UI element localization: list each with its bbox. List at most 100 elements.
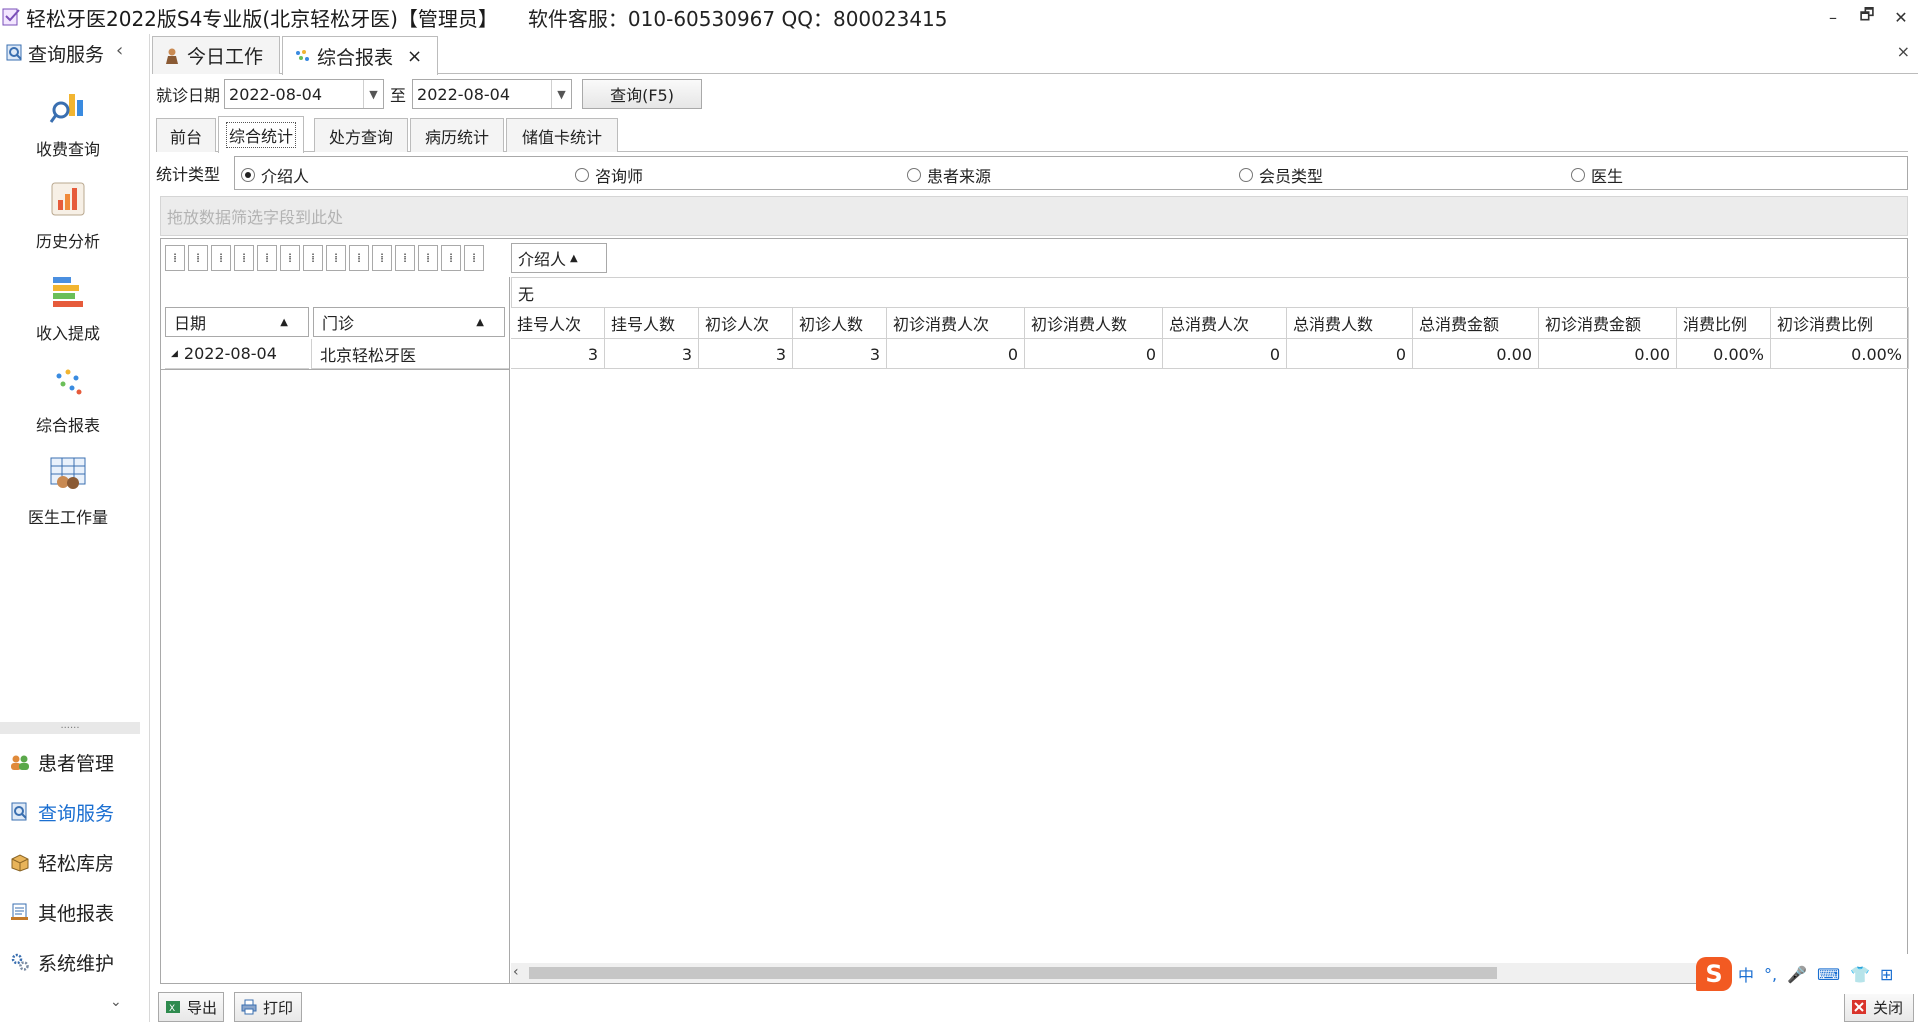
ime-logo[interactable]: S [1696, 957, 1732, 991]
column-header[interactable]: 初诊消费金额 [1539, 308, 1677, 338]
column-header[interactable]: 初诊人次 [699, 308, 793, 338]
date-from-value: 2022-08-04 [229, 84, 322, 104]
radio-doctor[interactable]: 医生 [1571, 163, 1623, 187]
radio-consultant[interactable]: 咨询师 [575, 163, 643, 187]
printer-icon [241, 999, 257, 1015]
ime-mode-toggle[interactable]: 中 [1738, 962, 1754, 986]
collapse-row-icon[interactable]: ◢ [171, 349, 178, 359]
radio-referrer[interactable]: 介绍人 [241, 163, 309, 187]
column-header[interactable]: 初诊消费人数 [1025, 308, 1163, 338]
tab-today-work-label: 今日工作 [187, 46, 264, 68]
nav-fee-query[interactable]: 收费查询 [0, 88, 136, 178]
column-header[interactable]: 挂号人次 [511, 308, 605, 338]
keyboard-icon[interactable]: ⌨ [1817, 965, 1840, 984]
column-header[interactable]: 总消费金额 [1413, 308, 1539, 338]
data-field-icon[interactable]: ⁞ [418, 245, 438, 271]
patients-icon [11, 755, 29, 770]
tab-comprehensive-report[interactable]: 综合报表 × [282, 36, 438, 75]
row-date-cell[interactable]: ◢ 2022-08-04 [165, 339, 309, 369]
tab-comprehensive-report-label: 综合报表 [317, 46, 394, 69]
nav-group-patients[interactable]: 患者管理 [10, 746, 114, 778]
data-cell: 0 [1025, 339, 1163, 369]
data-field-icon[interactable]: ⁞ [257, 245, 277, 271]
collapse-sidebar-button[interactable]: ‹ [116, 40, 123, 61]
close-window-button[interactable]: ✕ [1884, 0, 1918, 34]
nav-history-analysis-label: 历史分析 [35, 232, 100, 251]
ime-punct-toggle[interactable]: °, [1764, 965, 1777, 984]
data-field-icon[interactable]: ⁞ [349, 245, 369, 271]
column-header[interactable]: 初诊消费人次 [887, 308, 1025, 338]
column-field-referrer[interactable]: 介绍人 ▲ [511, 243, 607, 273]
close-document-button[interactable]: × [1897, 42, 1910, 61]
subtab-prescription-query[interactable]: 处方查询 [314, 118, 408, 152]
row-field-clinic[interactable]: 门诊 ▲ [313, 307, 505, 337]
sidebar-splitter[interactable]: ...... [0, 721, 140, 734]
chevron-down-icon[interactable]: ▼ [551, 80, 571, 108]
data-field-icon[interactable]: ⁞ [372, 245, 392, 271]
column-header[interactable]: 总消费人数 [1287, 308, 1413, 338]
system-maintenance-icon [11, 953, 29, 971]
close-tab-button[interactable]: × [407, 46, 422, 67]
row-field-date[interactable]: 日期 ▲ [165, 307, 309, 337]
data-field-icon[interactable]: ⁞ [395, 245, 415, 271]
subtab-stored-value-card-stats[interactable]: 储值卡统计 [506, 118, 618, 152]
nav-group-warehouse[interactable]: 轻松库房 [10, 846, 114, 878]
skin-icon[interactable]: 👕 [1850, 965, 1870, 984]
column-header[interactable]: 初诊人数 [793, 308, 887, 338]
data-field-icon[interactable]: ⁞ [188, 245, 208, 271]
nav-doctor-workload[interactable]: 医生工作量 [0, 456, 136, 546]
sort-asc-icon: ▲ [570, 252, 578, 264]
nav-income-commission-label: 收入提成 [35, 324, 100, 343]
column-header[interactable]: 挂号人数 [605, 308, 699, 338]
data-field-icon[interactable]: ⁞ [165, 245, 185, 271]
subtab-front-desk[interactable]: 前台 [156, 118, 216, 152]
subtab-medical-record-stats[interactable]: 病历统计 [410, 118, 504, 152]
subtab-comprehensive-stats[interactable]: 综合统计 [218, 116, 304, 153]
query-button[interactable]: 查询(F5) [582, 79, 703, 109]
today-work-icon [166, 48, 178, 64]
data-cell: 0.00% [1771, 339, 1909, 369]
column-header[interactable]: 消费比例 [1677, 308, 1771, 338]
date-from-picker[interactable]: 2022-08-04 ▼ [224, 79, 385, 109]
chevron-down-icon[interactable]: ⌄ [110, 994, 122, 1010]
radio-member-type[interactable]: 会员类型 [1239, 163, 1323, 187]
other-reports-icon [11, 903, 28, 920]
date-to-picker[interactable]: 2022-08-04 ▼ [412, 79, 573, 109]
chevron-down-icon[interactable]: ▼ [363, 80, 383, 108]
data-field-icon[interactable]: ⁞ [280, 245, 300, 271]
data-field-list: ⁞ ⁞ ⁞ ⁞ ⁞ ⁞ ⁞ ⁞ ⁞ ⁞ ⁞ ⁞ ⁞ ⁞ [165, 245, 487, 271]
close-icon [1852, 1000, 1866, 1014]
nav-group-system-maintenance[interactable]: 系统维护 [10, 946, 114, 978]
to-label: 至 [390, 86, 407, 105]
grid-icon[interactable]: ⊞ [1880, 965, 1893, 984]
data-field-icon[interactable]: ⁞ [464, 245, 484, 271]
nav-history-analysis[interactable]: 历史分析 [0, 180, 136, 270]
tab-today-work[interactable]: 今日工作 [152, 36, 280, 74]
nav-group-query-service[interactable]: 查询服务 [10, 796, 114, 828]
data-field-icon[interactable]: ⁞ [326, 245, 346, 271]
data-field-icon[interactable]: ⁞ [234, 245, 254, 271]
filter-drop-area[interactable]: 拖放数据筛选字段到此处 [160, 196, 1908, 236]
data-cell: 0 [887, 339, 1025, 369]
data-field-icon[interactable]: ⁞ [211, 245, 231, 271]
window-title: 轻松牙医2022版S4专业版(北京轻松牙医)【管理员】 [26, 6, 498, 31]
export-button[interactable]: X 导出 [158, 992, 224, 1022]
nav-doctor-workload-label: 医生工作量 [27, 508, 108, 527]
close-button[interactable]: 关闭 [1844, 992, 1914, 1022]
column-header[interactable]: 初诊消费比例 [1771, 308, 1909, 338]
scroll-left-icon[interactable]: ‹ [513, 964, 519, 980]
data-field-icon[interactable]: ⁞ [441, 245, 461, 271]
print-button[interactable]: 打印 [234, 992, 302, 1022]
radio-patient-source[interactable]: 患者来源 [907, 163, 991, 187]
date-filter: 就诊日期 2022-08-04 ▼ 至 2022-08-04 ▼ 查询(F5) [156, 78, 703, 110]
nav-group-other-reports[interactable]: 其他报表 [10, 896, 114, 928]
minimize-button[interactable]: – [1816, 0, 1850, 34]
report-icon [296, 50, 309, 61]
scrollbar-thumb[interactable] [529, 967, 1497, 979]
restore-button[interactable]: 🗗 [1850, 0, 1884, 34]
column-header[interactable]: 总消费人次 [1163, 308, 1287, 338]
nav-comprehensive-report[interactable]: 综合报表 [0, 364, 136, 454]
microphone-icon[interactable]: 🎤 [1787, 965, 1807, 984]
nav-income-commission[interactable]: 收入提成 [0, 272, 136, 362]
data-field-icon[interactable]: ⁞ [303, 245, 323, 271]
